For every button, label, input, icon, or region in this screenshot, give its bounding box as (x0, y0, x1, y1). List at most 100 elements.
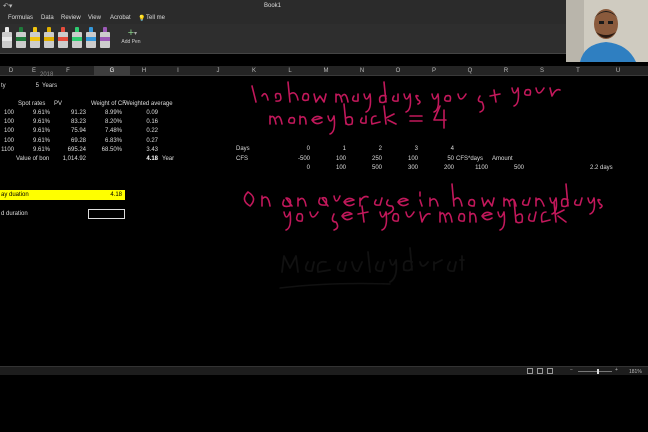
header-weight[interactable]: Weight of CF (91, 101, 126, 107)
cell-amount-label[interactable]: Amount (492, 156, 513, 162)
pen-2[interactable] (16, 27, 26, 49)
cell-value-amount[interactable]: 1,014.92 (58, 156, 86, 162)
header-weighted-average[interactable]: Weighted average (124, 101, 173, 107)
cell-duration-label[interactable]: ay duation (1, 192, 29, 198)
cell-side-cfs-1[interactable]: 100 (326, 156, 346, 162)
cell-row5-rate[interactable]: 9.61% (32, 147, 50, 153)
cell-row3-pv[interactable]: 75.94 (60, 128, 86, 134)
cell-side-days-3[interactable]: 3 (398, 146, 418, 152)
cell-side-cfs-3[interactable]: 100 (398, 156, 418, 162)
pen-4[interactable] (44, 27, 54, 49)
cell-side-products-1[interactable]: 100 (326, 165, 346, 171)
cell-row1-pv[interactable]: 91.23 (60, 110, 86, 116)
cell-row3-rate[interactable]: 9.61% (32, 128, 50, 134)
column-header-r[interactable]: R (496, 68, 516, 74)
cell-row4-pv[interactable]: 69.28 (60, 138, 86, 144)
column-header-i[interactable]: I (168, 68, 188, 74)
zoom-in-icon[interactable]: + (615, 367, 618, 373)
zoom-track[interactable] (578, 371, 612, 372)
header-spot-rates[interactable]: Spot rates (18, 101, 45, 107)
cell-side-days-4[interactable]: 4 (434, 146, 454, 152)
tell-me-search[interactable]: Tell me (146, 15, 165, 21)
cell-row2-cf[interactable]: 100 (0, 119, 14, 125)
cell-row5-pv[interactable]: 695.24 (60, 147, 86, 153)
column-header-g[interactable]: G (94, 66, 130, 76)
pen-3[interactable] (30, 27, 40, 49)
pen-5[interactable] (58, 27, 68, 49)
cell-row1-wavg[interactable]: 0.09 (140, 110, 158, 116)
cell-total-unit[interactable]: Year (162, 156, 174, 162)
cell-side-days-2[interactable]: 2 (362, 146, 382, 152)
cell-days-label[interactable]: Days (236, 146, 250, 152)
cell-side-products-4[interactable]: 200 (434, 165, 454, 171)
zoom-slider[interactable]: − + (570, 367, 620, 375)
normal-view-icon[interactable] (527, 368, 533, 374)
cell-row4-weight[interactable]: 6.83% (96, 138, 122, 144)
column-header-f[interactable]: F (58, 68, 78, 74)
column-header-m[interactable]: M (316, 68, 336, 74)
cell-row2-pv[interactable]: 83.23 (60, 119, 86, 125)
cell-row5-weight[interactable]: 68.50% (96, 147, 122, 153)
cell-row1-rate[interactable]: 9.61% (32, 110, 50, 116)
pen-6[interactable] (72, 27, 82, 49)
cell-tenor-label[interactable]: ty (1, 83, 6, 89)
add-pen-button[interactable]: + Add Pen (118, 28, 144, 50)
cell-result[interactable]: 2.2 days (590, 165, 613, 171)
cell-row5-cf[interactable]: 1100 (0, 147, 14, 153)
cell-row4-wavg[interactable]: 0.27 (140, 138, 158, 144)
cell-row3-wavg[interactable]: 0.22 (140, 128, 158, 134)
column-header-p[interactable]: P (424, 68, 444, 74)
undo-icon[interactable]: ↶▾ (3, 2, 12, 10)
cell-row1-weight[interactable]: 8.99% (96, 110, 122, 116)
cell-cfs-label[interactable]: CFS (236, 156, 248, 162)
column-header-k[interactable]: K (244, 68, 264, 74)
zoom-thumb[interactable] (597, 369, 599, 374)
column-header-j[interactable]: J (208, 68, 228, 74)
cell-side-products-0[interactable]: 0 (290, 165, 310, 171)
cell-side-products-2[interactable]: 500 (362, 165, 382, 171)
cell-row2-weight[interactable]: 8.20% (96, 119, 122, 125)
cell-side-cfs-0[interactable]: -500 (290, 156, 310, 162)
cell-value-label[interactable]: Value of bon (16, 156, 49, 162)
cell-side-cfs-4[interactable]: 50 (434, 156, 454, 162)
tab-view[interactable]: View (88, 15, 101, 21)
cell-partial[interactable]: 2018 (40, 72, 53, 78)
column-header-n[interactable]: N (352, 68, 372, 74)
cell-row3-cf[interactable]: 100 (0, 128, 14, 134)
cell-row1-cf[interactable]: 100 (0, 110, 14, 116)
tab-acrobat[interactable]: Acrobat (110, 15, 131, 21)
cell-row4-cf[interactable]: 100 (0, 138, 14, 144)
column-header-h[interactable]: H (134, 68, 154, 74)
tab-formulas[interactable]: Formulas (8, 15, 33, 21)
cell-sum-products[interactable]: 1100 (468, 165, 488, 171)
tab-data[interactable]: Data (41, 15, 54, 21)
pen-7[interactable] (86, 27, 96, 49)
column-header-l[interactable]: L (280, 68, 300, 74)
cell-row5-wavg[interactable]: 3.43 (140, 147, 158, 153)
page-layout-icon[interactable] (537, 368, 543, 374)
cell-amount[interactable]: 500 (504, 165, 524, 171)
page-break-icon[interactable] (547, 368, 553, 374)
cell-side-cfs-2[interactable]: 250 (362, 156, 382, 162)
cell-modified-label[interactable]: d duration (1, 211, 28, 217)
zoom-out-icon[interactable]: − (570, 367, 573, 373)
cell-row3-weight[interactable]: 7.48% (96, 128, 122, 134)
chevron-down-icon[interactable]: ▾ (134, 30, 137, 37)
pen-1[interactable] (2, 27, 12, 49)
spreadsheet-grid[interactable]: 2018 ty 5 Years Spot rates PV Weight of … (0, 72, 648, 366)
cell-tenor-value[interactable]: 5 (27, 83, 39, 89)
cell-side-days-0[interactable]: 0 (290, 146, 310, 152)
cell-row2-rate[interactable]: 9.61% (32, 119, 50, 125)
column-header-q[interactable]: Q (460, 68, 480, 74)
cell-side-products-3[interactable]: 300 (398, 165, 418, 171)
cell-row4-rate[interactable]: 9.61% (32, 138, 50, 144)
cell-tenor-unit[interactable]: Years (42, 83, 57, 89)
column-header-u[interactable]: U (608, 68, 628, 74)
cell-cfs-days-label[interactable]: CFS*days (456, 156, 483, 162)
cell-row2-wavg[interactable]: 0.16 (140, 119, 158, 125)
cell-side-days-1[interactable]: 1 (326, 146, 346, 152)
cell-duration-value[interactable]: 4.18 (100, 192, 122, 198)
column-header-d[interactable]: D (1, 68, 21, 74)
column-header-o[interactable]: O (388, 68, 408, 74)
column-header-s[interactable]: S (532, 68, 552, 74)
